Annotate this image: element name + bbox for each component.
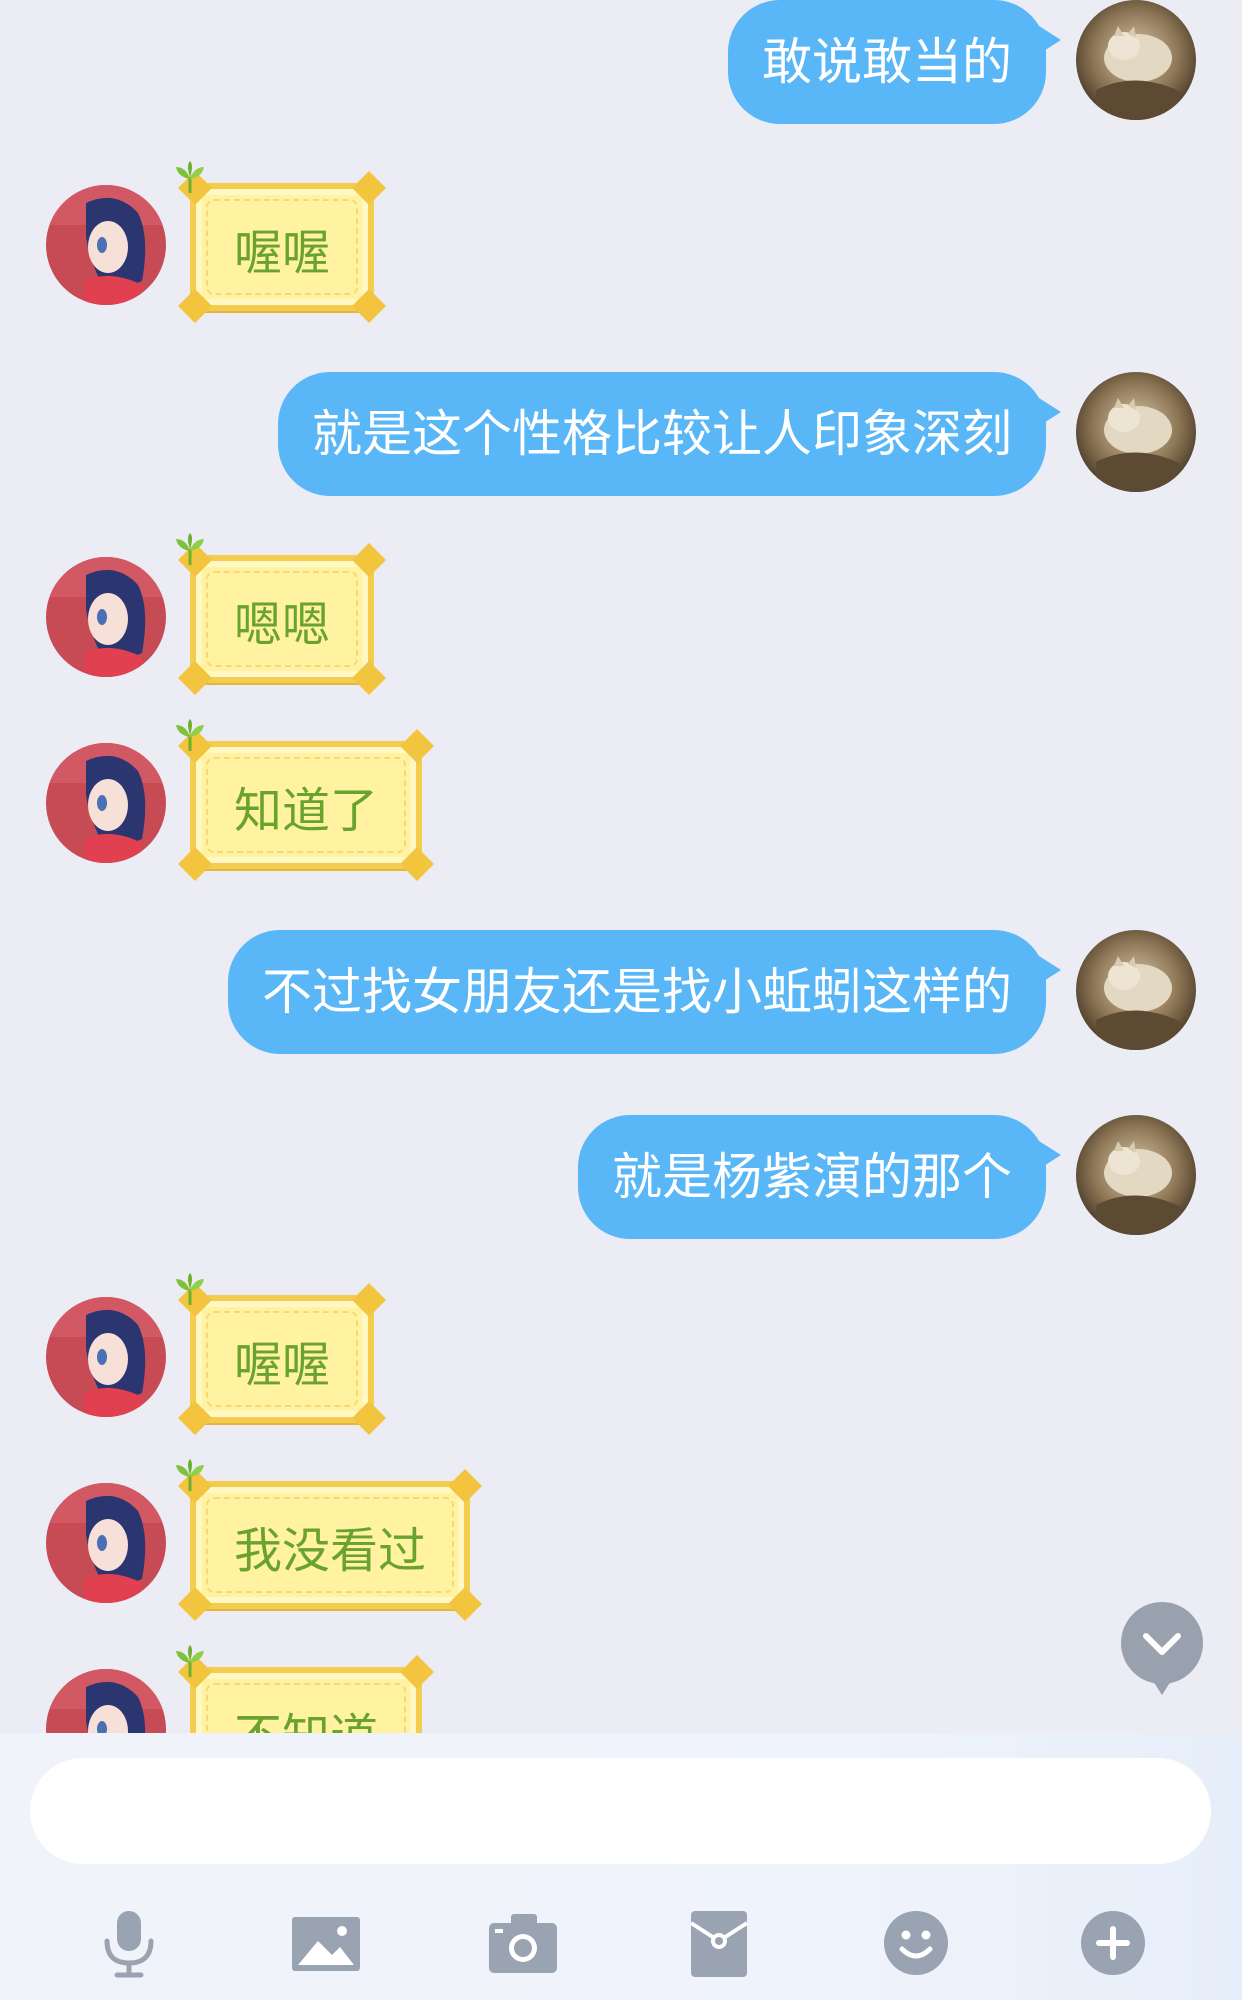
bubble-ornament xyxy=(352,543,386,577)
message-input[interactable] xyxy=(30,1758,1211,1864)
bubble-ornament xyxy=(400,1655,434,1689)
leaf-icon xyxy=(172,161,208,197)
camera-icon xyxy=(489,1914,557,1973)
contact-avatar[interactable] xyxy=(46,1297,166,1417)
smiley-icon xyxy=(884,1911,948,1975)
my-avatar[interactable] xyxy=(1076,372,1196,492)
image-button[interactable] xyxy=(284,1901,368,1985)
cat-photo-avatar-image xyxy=(1076,1115,1196,1235)
cat-photo-avatar-image xyxy=(1076,930,1196,1050)
bubble-ornament xyxy=(352,1283,386,1317)
incoming-message-bubble[interactable]: 不知道 xyxy=(176,1645,434,1733)
image-icon xyxy=(292,1917,360,1971)
leaf-icon xyxy=(172,533,208,569)
chat-message-list[interactable]: 敢说敢当的 喔喔 就是这个性格比较让人印象深刻 嗯嗯 知道了 不过找女朋友还是找… xyxy=(0,0,1242,1733)
bubble-ornament xyxy=(178,661,212,695)
message-text: 喔喔 xyxy=(234,225,331,281)
cat-photo-avatar-image xyxy=(1076,372,1196,492)
microphone-icon xyxy=(104,1911,154,1978)
more-button[interactable] xyxy=(1071,1901,1155,1985)
message-text: 就是杨紫演的那个 xyxy=(612,1148,1012,1206)
cat-photo-avatar-image xyxy=(1076,0,1196,120)
voice-button[interactable] xyxy=(87,1901,171,1985)
incoming-message-bubble[interactable]: 嗯嗯 xyxy=(176,533,386,695)
anime-girl-avatar-image xyxy=(46,185,166,305)
input-panel xyxy=(0,1733,1242,2000)
anime-girl-avatar-image xyxy=(46,1669,166,1733)
leaf-icon xyxy=(172,1459,208,1495)
leaf-icon xyxy=(172,1273,208,1309)
outgoing-message-bubble[interactable]: 不过找女朋友还是找小蚯蚓这样的 xyxy=(228,930,1061,1054)
leaf-icon xyxy=(172,719,208,755)
chevron-down-icon xyxy=(1143,1633,1181,1655)
contact-avatar[interactable] xyxy=(46,1483,166,1603)
camera-button[interactable] xyxy=(481,1901,565,1985)
message-text: 不知道 xyxy=(234,1709,378,1733)
red-packet-button[interactable] xyxy=(677,1901,761,1985)
bubble-ornament xyxy=(352,661,386,695)
contact-avatar[interactable] xyxy=(46,743,166,863)
outgoing-message-bubble[interactable]: 就是杨紫演的那个 xyxy=(578,1115,1061,1239)
bubble-ornament xyxy=(352,289,386,323)
leaf-icon xyxy=(172,1645,208,1681)
anime-girl-avatar-image xyxy=(46,557,166,677)
bubble-ornament xyxy=(352,1401,386,1435)
outgoing-message-bubble[interactable]: 敢说敢当的 xyxy=(728,0,1061,124)
scroll-to-bottom-button[interactable] xyxy=(1121,1602,1203,1695)
incoming-message-bubble[interactable]: 喔喔 xyxy=(176,1273,386,1435)
my-avatar[interactable] xyxy=(1076,0,1196,120)
contact-avatar[interactable] xyxy=(46,1669,166,1733)
anime-girl-avatar-image xyxy=(46,1297,166,1417)
my-avatar[interactable] xyxy=(1076,930,1196,1050)
message-text: 喔喔 xyxy=(234,1337,331,1393)
bubble-ornament xyxy=(178,847,212,881)
message-text: 嗯嗯 xyxy=(234,597,331,653)
incoming-message-bubble[interactable]: 我没看过 xyxy=(176,1459,482,1621)
bubble-ornament xyxy=(352,171,386,205)
message-text: 就是这个性格比较让人印象深刻 xyxy=(312,405,1012,463)
my-avatar[interactable] xyxy=(1076,1115,1196,1235)
incoming-message-bubble[interactable]: 知道了 xyxy=(176,719,434,881)
outgoing-message-bubble[interactable]: 就是这个性格比较让人印象深刻 xyxy=(278,372,1061,496)
message-text: 我没看过 xyxy=(234,1523,427,1579)
plus-icon xyxy=(1081,1911,1145,1975)
bubble-ornament xyxy=(178,289,212,323)
red-packet-icon xyxy=(689,1911,749,1977)
anime-girl-avatar-image xyxy=(46,1483,166,1603)
message-text: 敢说敢当的 xyxy=(762,33,1012,91)
contact-avatar[interactable] xyxy=(46,557,166,677)
bubble-ornament xyxy=(400,729,434,763)
bubble-ornament xyxy=(178,1587,212,1621)
incoming-message-bubble[interactable]: 喔喔 xyxy=(176,161,386,323)
bubble-ornament xyxy=(178,1401,212,1435)
message-text: 知道了 xyxy=(234,783,379,839)
message-text: 不过找女朋友还是找小蚯蚓这样的 xyxy=(262,963,1012,1021)
contact-avatar[interactable] xyxy=(46,185,166,305)
bubble-ornament xyxy=(448,1587,482,1621)
emoji-button[interactable] xyxy=(874,1901,958,1985)
anime-girl-avatar-image xyxy=(46,743,166,863)
bubble-ornament xyxy=(400,847,434,881)
bubble-ornament xyxy=(448,1469,482,1503)
